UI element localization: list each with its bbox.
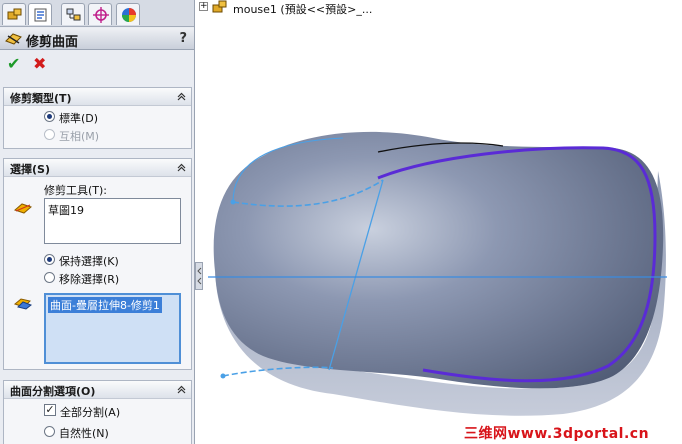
- remove-selections-radio[interactable]: [44, 272, 55, 283]
- graphics-viewport[interactable]: [203, 16, 682, 444]
- part-name[interactable]: mouse1 (預設<<預設>_...: [233, 1, 372, 17]
- mutual-radio[interactable]: [44, 129, 55, 140]
- selections-section: 選擇(S) 修剪工具(T): 草圖19 保持選擇(K) 移除選擇(R) 曲面-疊…: [3, 158, 192, 370]
- crosshair-icon: [93, 7, 109, 23]
- collapse-icon[interactable]: [177, 92, 186, 101]
- sketch-point: [220, 373, 226, 379]
- property-icon: [34, 8, 47, 22]
- surface-split-header[interactable]: 曲面分割選項(O): [4, 381, 191, 399]
- watermark: 三维网www.3dportal.cn: [464, 426, 650, 442]
- expand-toggle[interactable]: +: [199, 2, 208, 11]
- collapse-icon[interactable]: [177, 385, 186, 394]
- tab-property-manager[interactable]: [28, 3, 52, 25]
- trim-surface-icon: [5, 33, 22, 45]
- ok-button[interactable]: ✔: [7, 54, 20, 73]
- panel-splitter[interactable]: [195, 262, 203, 290]
- tab-dimxpert-manager[interactable]: [88, 3, 112, 25]
- mutual-label: 互相(M): [59, 130, 100, 143]
- selected-piece-item[interactable]: 曲面-疊層拉伸8-修剪1: [48, 297, 162, 313]
- trim-tool-box[interactable]: 草圖19: [44, 198, 181, 244]
- tab-display-manager[interactable]: [116, 3, 140, 25]
- trim-type-section: 修剪類型(T) 標準(D) 互相(M): [3, 87, 192, 149]
- splitter-grip-icon: [197, 267, 202, 285]
- tab-feature-manager[interactable]: [2, 3, 26, 25]
- surface-split-section: 曲面分割選項(O) ✓ 全部分割(A) 自然性(N): [3, 380, 192, 444]
- selections-header[interactable]: 選擇(S): [4, 159, 191, 177]
- trim-type-header[interactable]: 修剪類型(T): [4, 88, 191, 106]
- remove-selections-label: 移除選擇(R): [59, 273, 120, 286]
- keep-selections-radio[interactable]: [44, 254, 55, 265]
- manager-tabs: [0, 0, 194, 27]
- natural-label: 自然性(N): [59, 427, 109, 440]
- help-button[interactable]: ?: [179, 31, 187, 46]
- cancel-button[interactable]: ✖: [33, 54, 46, 73]
- selections-title: 選擇(S): [10, 163, 50, 176]
- surface-split-title: 曲面分割選項(O): [10, 385, 96, 398]
- mouse-body-surface[interactable]: [213, 131, 664, 389]
- appearance-icon: [122, 8, 136, 22]
- configuration-icon: [66, 8, 81, 21]
- panel-title: 修剪曲面: [26, 35, 79, 50]
- natural-radio[interactable]: [44, 426, 55, 437]
- collapse-icon[interactable]: [177, 163, 186, 172]
- standard-radio[interactable]: [44, 111, 55, 122]
- split-all-checkbox[interactable]: ✓: [44, 404, 56, 416]
- trim-tool-label: 修剪工具(T):: [44, 184, 108, 197]
- trim-type-title: 修剪類型(T): [10, 92, 72, 105]
- property-manager: 修剪曲面 ? ✔ ✖ 修剪類型(T) 標準(D) 互相(M) 選擇(S) 修剪工…: [0, 0, 195, 444]
- pieces-list[interactable]: 曲面-疊層拉伸8-修剪1: [44, 293, 181, 364]
- split-all-label: 全部分割(A): [60, 406, 121, 419]
- keep-selections-label: 保持選擇(K): [59, 255, 119, 268]
- sketch-point: [230, 199, 236, 205]
- sketch-entity-icon: [14, 203, 32, 214]
- tab-configuration-manager[interactable]: [61, 3, 85, 25]
- feature-tree-icon: [7, 8, 22, 20]
- standard-label: 標準(D): [59, 112, 99, 125]
- surface-pieces-icon: [14, 298, 32, 310]
- panel-header: 修剪曲面 ?: [0, 28, 194, 50]
- part-icon: [212, 0, 227, 13]
- trim-tool-value[interactable]: 草圖19: [48, 202, 84, 218]
